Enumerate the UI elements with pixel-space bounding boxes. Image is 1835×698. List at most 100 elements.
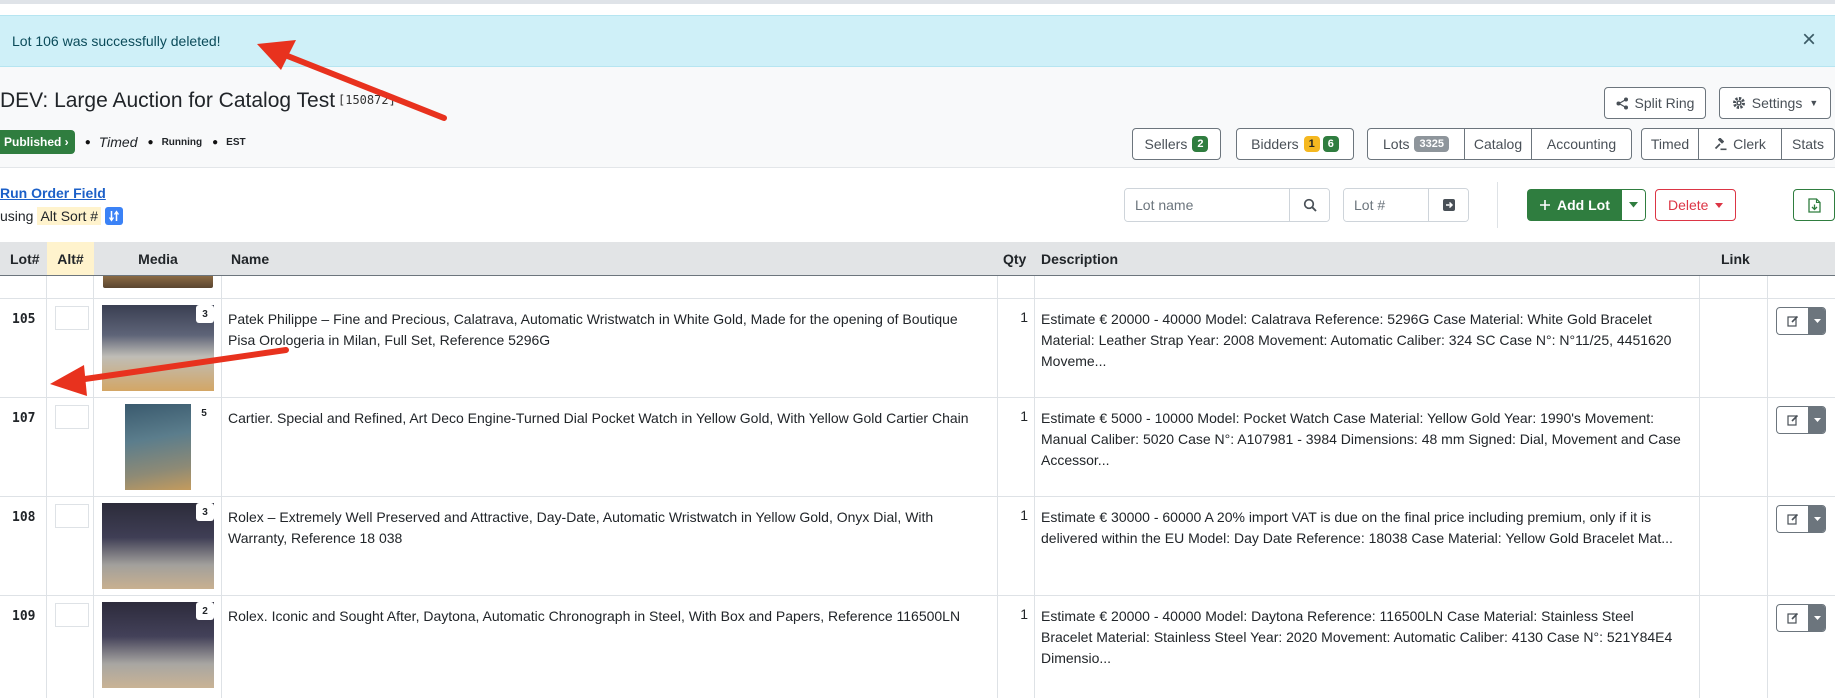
column-alt[interactable]: Alt# bbox=[47, 242, 94, 275]
column-qty[interactable]: Qty bbox=[1003, 242, 1026, 275]
sellers-button[interactable]: Sellers 2 bbox=[1132, 128, 1221, 160]
split-ring-button[interactable]: Split Ring bbox=[1604, 87, 1706, 119]
caret-down-icon[interactable] bbox=[1809, 407, 1825, 433]
caret-down-icon bbox=[1715, 202, 1724, 208]
table-row-partial bbox=[0, 276, 1835, 299]
lot-thumbnail[interactable]: 3 bbox=[102, 503, 214, 589]
lot-number-jump bbox=[1343, 188, 1469, 222]
add-lot-button[interactable]: Add Lot bbox=[1527, 189, 1622, 221]
settings-label: Settings bbox=[1751, 95, 1803, 111]
alt-number-input[interactable] bbox=[55, 603, 89, 627]
toolbar-divider bbox=[1497, 182, 1498, 228]
column-media: Media bbox=[138, 250, 178, 267]
success-alert: Lot 106 was successfully deleted! × bbox=[0, 15, 1835, 67]
table-header: Lot# Alt# Media Name Qty Description Lin… bbox=[0, 242, 1835, 276]
row-actions bbox=[1776, 505, 1826, 533]
lot-number: 107 bbox=[0, 398, 47, 496]
lot-name[interactable]: Patek Philippe – Fine and Precious, Cala… bbox=[228, 309, 985, 351]
lot-thumbnail[interactable] bbox=[103, 276, 213, 288]
sort-field-tag: Alt Sort # bbox=[37, 207, 102, 225]
using-label: using bbox=[0, 208, 34, 224]
lot-number: 108 bbox=[0, 497, 47, 595]
stats-tab[interactable]: Stats bbox=[1782, 129, 1834, 159]
timed-tab[interactable]: Timed bbox=[1642, 129, 1699, 159]
photo-count: 3 bbox=[196, 305, 214, 323]
caret-down-icon[interactable] bbox=[1809, 605, 1825, 631]
split-ring-label: Split Ring bbox=[1634, 95, 1695, 111]
lot-qty: 1 bbox=[1020, 507, 1028, 523]
lot-name-input[interactable] bbox=[1125, 189, 1289, 221]
photo-count: 5 bbox=[195, 404, 213, 422]
lots-label: Lots bbox=[1383, 136, 1410, 152]
bidders-button[interactable]: Bidders 1 6 bbox=[1236, 128, 1354, 160]
lot-thumbnail[interactable]: 3 bbox=[102, 305, 214, 391]
column-lot[interactable]: Lot# bbox=[10, 242, 40, 275]
alt-number-input[interactable] bbox=[55, 504, 89, 528]
edit-icon[interactable] bbox=[1777, 605, 1809, 631]
delete-button[interactable]: Delete bbox=[1655, 189, 1737, 221]
lot-number: 109 bbox=[0, 596, 47, 698]
run-order-field-link[interactable]: Run Order Field bbox=[0, 185, 106, 201]
lot-number-input[interactable] bbox=[1344, 189, 1428, 221]
separator-dot: ● bbox=[147, 136, 154, 148]
edit-icon[interactable] bbox=[1777, 308, 1809, 334]
status-row: Published › ● Timed ● Running ● EST bbox=[0, 129, 246, 155]
alt-number-input[interactable] bbox=[55, 306, 89, 330]
lot-link bbox=[1700, 398, 1768, 496]
clerk-tab[interactable]: Clerk bbox=[1699, 129, 1782, 159]
accounting-tab[interactable]: Accounting bbox=[1532, 129, 1631, 159]
lot-thumbnail[interactable]: 2 bbox=[102, 602, 214, 688]
table-row[interactable]: 105 3 Patek Philippe – Fine and Precious… bbox=[0, 299, 1835, 398]
timed-nav-group: Timed Clerk Stats bbox=[1641, 128, 1835, 160]
export-excel-button[interactable] bbox=[1793, 189, 1835, 221]
lots-toolbar: Run Order Field using Alt Sort # Add Lot bbox=[0, 168, 1835, 242]
caret-down-icon[interactable] bbox=[1809, 506, 1825, 532]
column-description: Description bbox=[1041, 250, 1119, 267]
lot-link bbox=[1700, 497, 1768, 595]
lot-qty: 1 bbox=[1020, 606, 1028, 622]
alt-number-input[interactable] bbox=[55, 405, 89, 429]
bidders-approved-badge: 6 bbox=[1322, 136, 1339, 152]
table-row[interactable]: 108 3 Rolex – Extremely Well Preserved a… bbox=[0, 497, 1835, 596]
row-actions bbox=[1776, 406, 1826, 434]
caret-down-icon[interactable] bbox=[1809, 308, 1825, 334]
edit-icon[interactable] bbox=[1777, 407, 1809, 433]
lot-thumbnail[interactable]: 5 bbox=[125, 404, 213, 490]
plus-icon bbox=[1539, 199, 1551, 211]
column-name[interactable]: Name bbox=[231, 242, 269, 275]
table-row[interactable]: 107 5 Cartier. Special and Refined, Art … bbox=[0, 398, 1835, 497]
auction-type: Timed bbox=[98, 134, 138, 150]
timezone: EST bbox=[226, 136, 246, 148]
lot-description: Estimate € 20000 - 40000 Model: Daytona … bbox=[1041, 608, 1673, 666]
add-lot-label: Add Lot bbox=[1557, 197, 1610, 213]
row-actions bbox=[1776, 604, 1826, 632]
gear-icon bbox=[1732, 96, 1746, 110]
lot-name[interactable]: Rolex. Iconic and Sought After, Daytona,… bbox=[228, 606, 985, 627]
close-icon[interactable]: × bbox=[1795, 27, 1823, 55]
share-icon bbox=[1616, 97, 1629, 110]
lot-description: Estimate € 20000 - 40000 Model: Calatrav… bbox=[1041, 311, 1672, 369]
lot-name[interactable]: Cartier. Special and Refined, Art Deco E… bbox=[228, 408, 985, 429]
sellers-label: Sellers bbox=[1144, 136, 1188, 152]
lot-link bbox=[1700, 596, 1768, 698]
table-row[interactable]: 109 2 Rolex. Iconic and Sought After, Da… bbox=[0, 596, 1835, 698]
lot-qty: 1 bbox=[1020, 408, 1028, 424]
settings-button[interactable]: Settings ▼ bbox=[1719, 87, 1831, 119]
arrow-right-icon[interactable] bbox=[1428, 189, 1468, 221]
alert-message: Lot 106 was successfully deleted! bbox=[12, 33, 221, 49]
sort-icon[interactable] bbox=[105, 207, 124, 225]
lot-name-search bbox=[1124, 188, 1330, 222]
catalog-tab[interactable]: Catalog bbox=[1465, 129, 1532, 159]
photo-count: 2 bbox=[196, 602, 214, 620]
delete-label: Delete bbox=[1668, 197, 1709, 213]
lot-description: Estimate € 5000 - 10000 Model: Pocket Wa… bbox=[1041, 410, 1681, 468]
lots-tab[interactable]: Lots 3325 bbox=[1368, 129, 1465, 159]
caret-down-icon[interactable] bbox=[1621, 189, 1646, 221]
clerk-label: Clerk bbox=[1733, 136, 1766, 152]
lot-link bbox=[1700, 299, 1768, 397]
lot-name[interactable]: Rolex – Extremely Well Preserved and Att… bbox=[228, 507, 985, 549]
published-badge[interactable]: Published › bbox=[0, 130, 75, 154]
gavel-icon bbox=[1714, 137, 1727, 151]
search-icon[interactable] bbox=[1289, 189, 1329, 221]
edit-icon[interactable] bbox=[1777, 506, 1809, 532]
